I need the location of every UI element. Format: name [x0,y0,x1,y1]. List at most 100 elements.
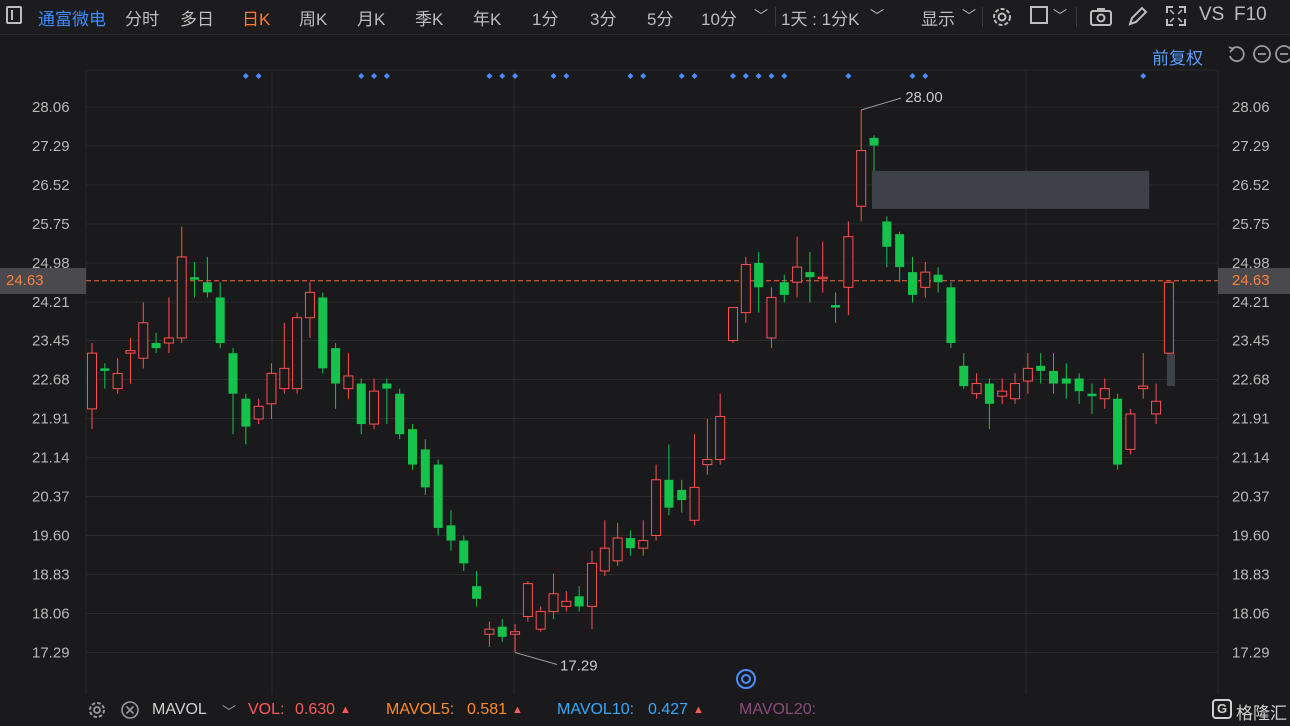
display-menu[interactable]: 显示 [921,5,955,30]
adjust-mode-label[interactable]: 前复权 [1152,44,1203,69]
tab-5min[interactable]: 5分 [647,5,673,30]
tab-1min[interactable]: 1分 [532,5,558,30]
interval-select[interactable]: 1天 : 1分K [781,5,859,30]
y-tick-label-left: 21.91 [32,410,70,427]
event-marker-icon [909,73,916,79]
y-tick-label-right: 28.06 [1232,99,1270,116]
y-tick-label-left: 18.06 [32,605,70,622]
sidebar-toggle-icon[interactable] [6,6,22,24]
y-tick-label-right: 19.60 [1232,527,1270,544]
candle-body-up [1125,413,1136,450]
candle-body-down [574,596,584,607]
candle-body-up [163,337,174,344]
y-tick-label-right: 27.29 [1232,138,1270,155]
candle-body-down [241,398,251,427]
y-tick-label-left: 18.83 [32,566,70,583]
candle-body-up [176,256,187,339]
y-tick-label-right: 26.52 [1232,177,1270,194]
candle-body-down [215,297,225,344]
tab-weekly-k[interactable]: 周K [299,5,327,30]
candle-body-down [472,586,482,599]
zoom-out-icon[interactable] [1252,44,1272,64]
y-tick-label-right: 22.68 [1232,371,1270,388]
candle-body-down [408,429,417,465]
candle-body-down [907,272,917,295]
more-tabs-chevron-icon[interactable]: ﹀ [754,6,768,26]
tab-10min[interactable]: 10分 [701,5,737,30]
candle-body-up [920,271,931,288]
candle-body-up [279,367,290,390]
tab-yearly-k[interactable]: 年K [473,5,501,30]
settings-gear-icon[interactable] [990,5,1014,29]
layout-square-icon[interactable] [1030,6,1048,24]
candlestick-chart[interactable]: 28.06 28.06 27.29 27.29 26.52 26.52 25.75 25.75… [0,34,1290,694]
candle-body-down [1113,398,1123,465]
draw-pencil-icon[interactable] [1127,5,1149,27]
event-marker-icon [1140,73,1147,79]
candle-body-up [651,479,662,536]
reset-icon[interactable] [1226,44,1246,64]
mavol20-label: MAVOL20: [739,701,817,718]
mavol10-up-arrow-icon: ▲ [693,704,704,716]
stock-name[interactable]: 通富微电 [38,5,106,30]
candle-body-down [959,365,969,387]
candle-body-up [1163,281,1174,354]
candle-body-up [638,540,649,549]
event-marker-icon [550,73,557,79]
tab-quarterly-k[interactable]: 季K [415,5,443,30]
brand-logo-icon: G [1212,699,1232,719]
mavol5-value: 0.581 [467,701,508,718]
candle-body-down [228,353,238,394]
candle-body-down [382,383,392,389]
interval-chevron-icon[interactable]: ﹀ [870,6,884,26]
candle-body-down [100,368,110,371]
camera-icon[interactable] [1089,6,1113,28]
fullscreen-icon[interactable] [1165,5,1187,27]
tab-multiday[interactable]: 多日 [180,5,214,30]
indicator-close-icon[interactable] [120,700,140,720]
y-tick-label-right: 21.14 [1232,449,1270,466]
brand-name: 格隆汇 [1236,704,1287,723]
candle-body-down [433,464,443,528]
candle-body-up [1099,388,1110,400]
gap-zone [1166,353,1175,387]
candle-body-down [395,393,405,435]
event-marker-icon [499,73,506,79]
candle-body-up [689,486,700,521]
candle-body-down [420,449,430,488]
chart-canvas[interactable]: 28.06 28.06 27.29 27.29 26.52 26.52 25.75 25.75… [0,34,1290,694]
candle-body-up [369,390,380,425]
tab-timeshare[interactable]: 分时 [125,5,159,30]
zoom-in-icon[interactable] [1274,44,1290,64]
display-chevron-icon[interactable]: ﹀ [962,6,976,26]
candle-body-down [190,277,200,280]
candle-body-down [625,538,635,549]
candle-body-up [792,266,803,283]
f10-button[interactable]: F10 [1234,4,1267,26]
layout-chevron-icon[interactable]: ﹀ [1053,6,1067,26]
vs-compare-button[interactable]: VS [1199,4,1224,26]
y-tick-label-left: 21.14 [32,449,70,466]
at-symbol-icon[interactable] [735,668,757,690]
candle-body-up [715,415,726,461]
candle-body-up [343,375,354,390]
y-tick-label-left: 19.60 [32,527,70,544]
event-marker-icon [742,73,749,79]
mavol10-label: MAVOL10: [557,701,635,718]
toolbar-divider [982,7,983,27]
candle-body-up [843,236,854,288]
indicator-chevron-icon[interactable]: ﹀ [222,702,236,722]
indicator-settings-gear-icon[interactable] [87,700,107,720]
y-tick-label-left: 23.45 [32,332,70,349]
tab-monthly-k[interactable]: 月K [357,5,385,30]
candle-body-up [1138,385,1149,390]
current-price-tag-left: 24.63 [0,268,86,294]
candle-body-up [138,322,149,359]
high-annotation-line [861,97,902,111]
candle-body-down [446,525,456,541]
vol-up-arrow-icon: ▲ [340,704,351,716]
tab-daily-k[interactable]: 日K [242,5,270,30]
indicator-name[interactable]: MAVOL [152,701,207,719]
y-tick-label-left: 28.06 [32,99,70,116]
tab-3min[interactable]: 3分 [590,5,616,30]
